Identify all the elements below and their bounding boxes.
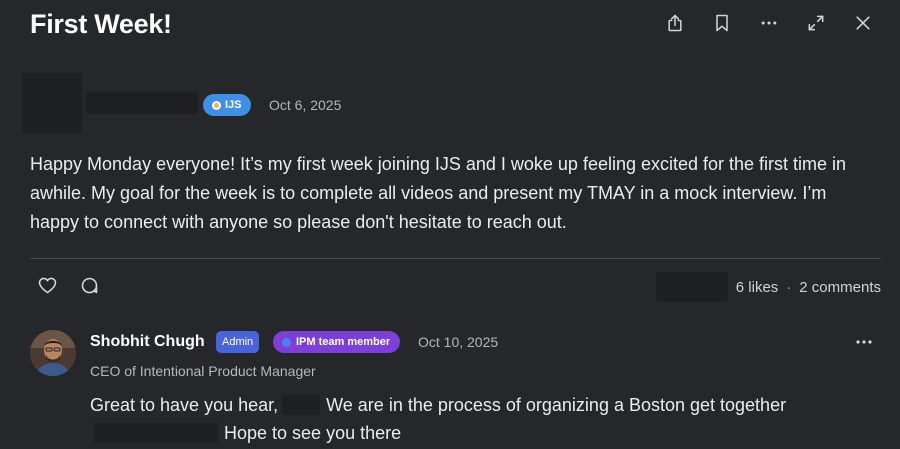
commenter-avatar-image	[30, 330, 76, 376]
post-header: First Week!	[30, 4, 876, 44]
location-redacted	[94, 423, 218, 443]
post-stats: 6 likes · 2 comments	[655, 272, 881, 302]
commenter-name[interactable]: Shobhit Chugh	[90, 333, 205, 351]
bookmark-icon	[716, 14, 728, 32]
close-icon	[856, 16, 870, 30]
commenter-role: CEO of Intentional Product Manager	[90, 363, 316, 379]
admin-badge: Admin	[216, 331, 260, 353]
team-icon	[282, 337, 291, 347]
stats-separator: ·	[786, 278, 792, 296]
post-date: Oct 6, 2025	[269, 97, 342, 113]
more-icon	[761, 21, 777, 25]
comment-date: Oct 10, 2025	[418, 334, 499, 350]
group-badge-label: IJS	[225, 99, 242, 111]
team-member-badge: IPM team member	[273, 331, 401, 353]
comment-text-part3: Hope to see you there	[224, 423, 402, 443]
bookmark-button[interactable]	[709, 10, 735, 36]
close-button[interactable]	[850, 10, 876, 36]
post-toolbar	[662, 10, 876, 36]
expand-button[interactable]	[803, 10, 829, 36]
like-button[interactable]	[35, 273, 59, 297]
comment-text-part2: We are in the process of organizing a Bo…	[326, 395, 787, 415]
post-body: Happy Monday everyone! It’s my first wee…	[30, 154, 847, 232]
comment-more-button[interactable]	[853, 332, 875, 352]
expand-icon	[808, 15, 824, 31]
mention-redacted	[282, 395, 321, 415]
divider	[30, 258, 881, 259]
post-actions	[35, 273, 101, 297]
group-icon	[212, 100, 221, 110]
comment-text: Great to have you hear, We are in the pro…	[90, 391, 870, 447]
comment-button[interactable]	[77, 273, 101, 297]
author-name-redacted[interactable]	[86, 92, 198, 114]
group-badge[interactable]: IJS	[203, 94, 251, 116]
commenter-avatar[interactable]	[30, 330, 76, 376]
comment-text-part1: Great to have you hear,	[90, 395, 279, 415]
share-icon	[668, 14, 682, 32]
likes-count[interactable]: 6 likes	[736, 279, 779, 296]
more-options-button[interactable]	[756, 10, 782, 36]
likers-avatars-redacted[interactable]	[655, 272, 728, 302]
post-author-row: IJS Oct 6, 2025	[22, 73, 882, 135]
share-button[interactable]	[662, 10, 688, 36]
team-badge-label: IPM team member	[296, 336, 391, 348]
author-avatar-redacted[interactable]	[22, 73, 82, 133]
more-icon	[856, 340, 872, 344]
heart-icon	[38, 277, 56, 293]
post-title: First Week!	[30, 8, 172, 39]
comment-icon	[81, 277, 97, 293]
comments-count[interactable]: 2 comments	[799, 279, 881, 296]
